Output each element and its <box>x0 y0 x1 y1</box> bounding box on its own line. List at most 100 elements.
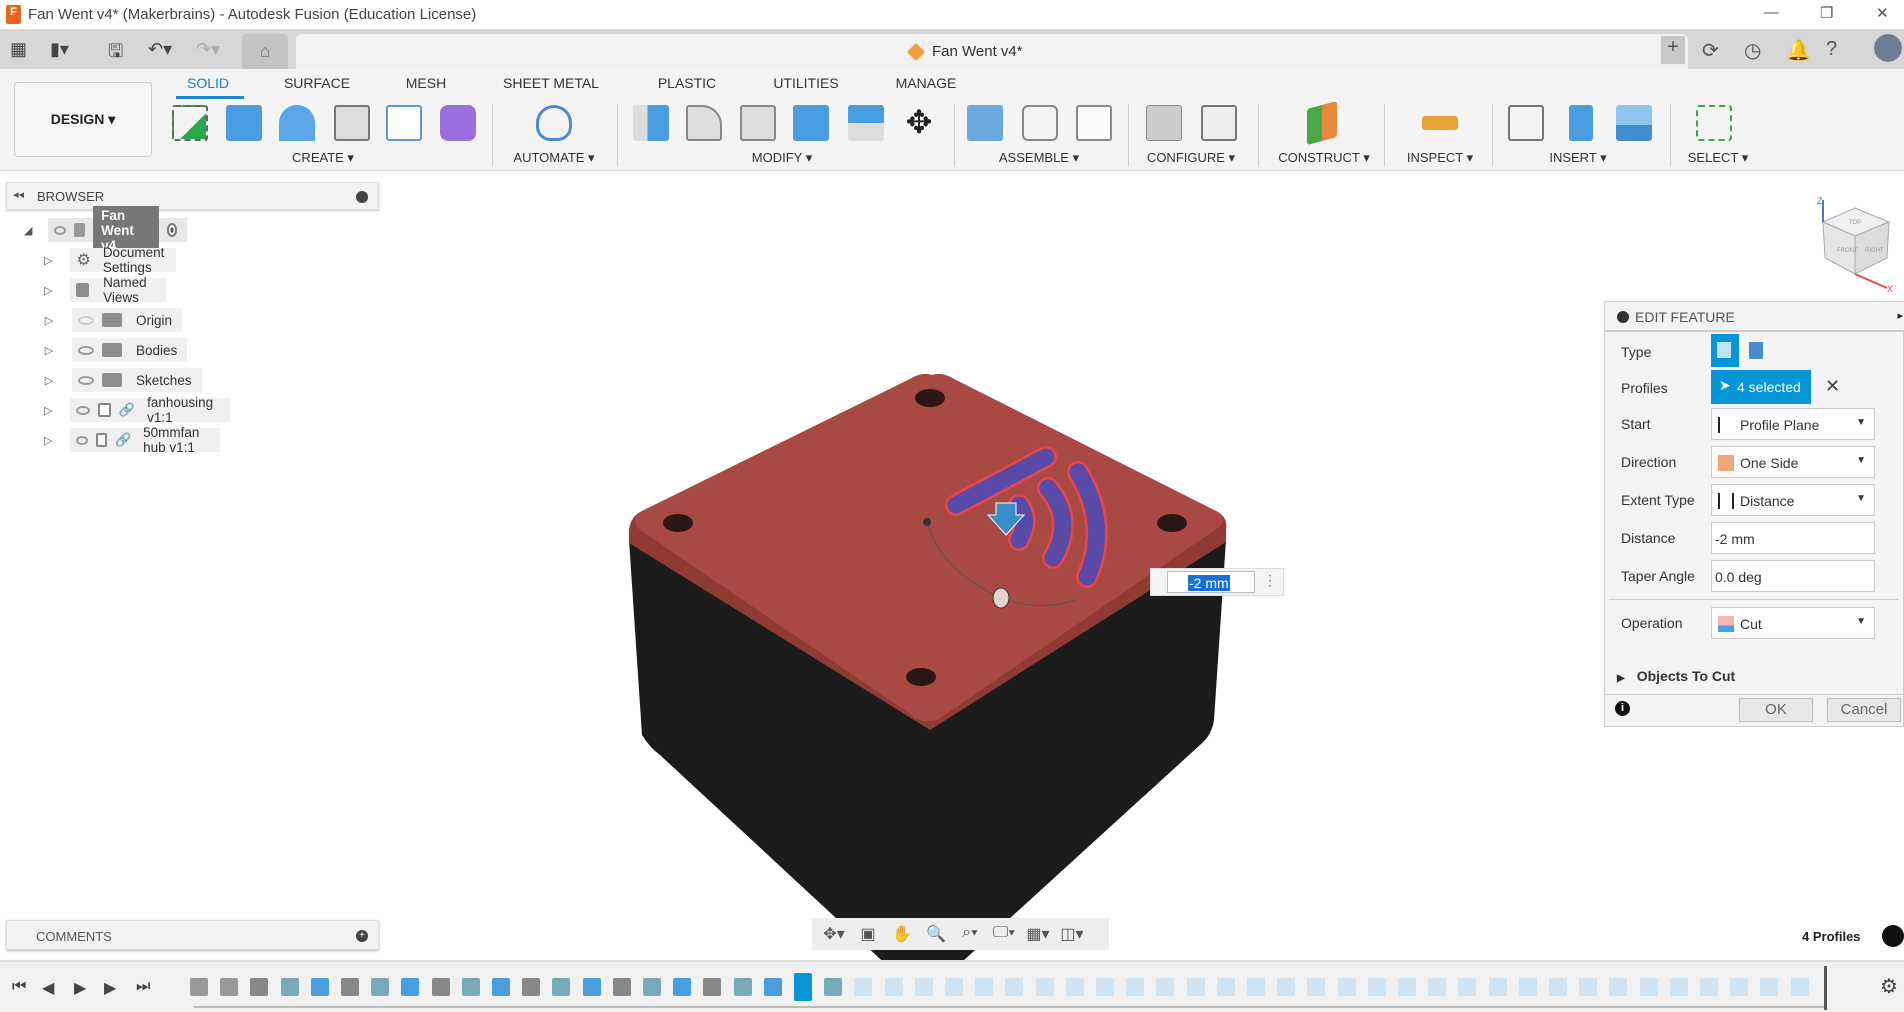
extent-type-dropdown[interactable]: Distance ▼ <box>1711 484 1875 516</box>
info-icon[interactable]: i <box>1615 701 1630 716</box>
select-menu[interactable]: SELECT ▾ <box>1688 150 1748 166</box>
tab-sheet-metal[interactable]: SHEET METAL <box>503 75 599 91</box>
revolve-icon[interactable] <box>279 105 315 141</box>
extrude-icon[interactable] <box>226 105 262 141</box>
timeline-feature-icon[interactable] <box>1398 978 1416 996</box>
timeline-feature-icon[interactable] <box>431 978 450 996</box>
timeline-feature-icon[interactable] <box>1790 978 1809 996</box>
file-menu-icon[interactable]: ▮▾ <box>50 39 69 60</box>
timeline-feature-icon[interactable] <box>341 978 359 996</box>
timeline-feature-icon[interactable] <box>1065 978 1084 996</box>
visibility-eye-icon[interactable] <box>54 225 66 235</box>
press-pull-icon[interactable] <box>633 105 669 141</box>
expand-triangle-icon[interactable]: ▷ <box>44 314 54 327</box>
dialog-header[interactable]: EDIT FEATURE ▸ <box>1605 302 1904 332</box>
display-settings-icon[interactable]: 🖵▾ <box>990 924 1018 944</box>
clear-selection-icon[interactable]: ✕ <box>1825 376 1840 397</box>
timeline-feature-icon[interactable] <box>1156 978 1175 996</box>
browser-item[interactable]: ▷ Named Views <box>44 275 166 305</box>
timeline-feature-icon[interactable] <box>582 978 601 996</box>
timeline-feature-icon[interactable] <box>371 978 390 996</box>
browser-minimize-icon[interactable] <box>356 191 368 203</box>
expand-dialog-icon[interactable]: ▸ <box>1897 309 1903 322</box>
timeline-feature-icon[interactable] <box>1307 978 1326 996</box>
browser-panel-header[interactable]: ◂◂ BROWSER <box>6 182 379 210</box>
measure-icon[interactable] <box>1422 116 1458 130</box>
expand-triangle-icon[interactable]: ▷ <box>44 254 52 267</box>
timeline-feature-icon[interactable] <box>914 978 933 996</box>
timeline-feature-icon[interactable] <box>401 978 420 996</box>
timeline-feature-icon[interactable] <box>703 978 722 996</box>
add-comment-icon[interactable]: + <box>356 930 368 942</box>
timeline-feature-icon[interactable] <box>461 978 480 996</box>
tab-solid[interactable]: SOLID <box>187 75 229 91</box>
timeline-marker[interactable] <box>1824 966 1827 1010</box>
orbit-icon[interactable]: ✥▾ <box>820 924 848 944</box>
tab-manage[interactable]: MANAGE <box>896 75 957 91</box>
shell-icon[interactable] <box>740 105 776 141</box>
zoom-icon[interactable]: 🔍 <box>922 924 950 944</box>
timeline-feature-icon[interactable] <box>733 978 752 996</box>
select-icon[interactable] <box>1696 105 1732 141</box>
timeline-feature-icon[interactable] <box>310 978 329 996</box>
workspace-switcher[interactable]: DESIGN ▾ <box>14 82 152 157</box>
distance-input[interactable]: -2 mm <box>1711 522 1875 554</box>
timeline-feature-icon[interactable] <box>1669 978 1688 996</box>
rotate-handle[interactable] <box>992 587 1010 609</box>
job-status-icon[interactable]: ◷ <box>1744 38 1761 63</box>
tab-plastic[interactable]: PLASTIC <box>658 75 716 91</box>
browser-item[interactable]: ▷ Sketches <box>44 367 202 393</box>
insert-derive-icon[interactable] <box>1508 105 1544 141</box>
move-icon[interactable]: ✥ <box>901 105 937 141</box>
timeline-feature-icon[interactable] <box>1126 978 1145 996</box>
timeline-feature-icon[interactable] <box>673 978 692 996</box>
timeline-feature-icon[interactable] <box>1247 978 1265 996</box>
timeline-feature-icon[interactable] <box>1096 978 1114 996</box>
bill-of-materials-icon[interactable] <box>1076 105 1112 141</box>
insert-canvas-icon[interactable] <box>1616 105 1652 141</box>
assemble-menu[interactable]: ASSEMBLE ▾ <box>999 150 1079 166</box>
timeline-feature-icon[interactable] <box>854 978 873 996</box>
collapse-dialog-icon[interactable] <box>1617 311 1629 323</box>
step-back-icon[interactable]: ◀ <box>42 978 54 998</box>
collapse-triangle-icon[interactable]: ◢ <box>24 224 32 237</box>
timeline-feature-icon[interactable] <box>612 978 631 996</box>
operation-dropdown[interactable]: Cut ▼ <box>1711 607 1875 639</box>
split-body-icon[interactable] <box>848 105 884 141</box>
joint-icon[interactable] <box>1022 105 1058 141</box>
visibility-eye-icon[interactable] <box>76 405 90 415</box>
more-options-icon[interactable]: ⋮ <box>1263 572 1277 589</box>
notifications-icon[interactable]: 🔔 <box>1786 38 1811 63</box>
configure-menu[interactable]: CONFIGURE ▾ <box>1147 150 1235 166</box>
timeline-feature-icon[interactable] <box>945 978 963 996</box>
taper-angle-input[interactable]: 0.0 deg <box>1711 560 1875 592</box>
timeline-feature-icon[interactable] <box>794 973 812 1001</box>
timeline-feature-icon[interactable] <box>1428 978 1447 996</box>
collapse-browser-icon[interactable]: ◂◂ <box>13 188 24 201</box>
cancel-button[interactable]: Cancel <box>1827 698 1901 722</box>
timeline-feature-icon[interactable] <box>220 978 239 996</box>
timeline-feature-icon[interactable] <box>250 978 269 996</box>
timeline-feature-icon[interactable] <box>190 978 208 996</box>
viewports-icon[interactable]: ◫▾ <box>1058 924 1086 944</box>
expand-triangle-icon[interactable]: ▷ <box>44 344 54 357</box>
visibility-eye-icon[interactable] <box>76 435 88 445</box>
timeline-feature-icon[interactable] <box>1005 978 1024 996</box>
pattern-icon[interactable] <box>386 105 422 141</box>
type-solid-button[interactable] <box>1711 334 1739 367</box>
timeline-feature-icon[interactable] <box>552 978 571 996</box>
create-form-icon[interactable] <box>440 105 476 141</box>
viewcube-front[interactable]: FRONT <box>1837 248 1858 254</box>
user-avatar[interactable] <box>1874 34 1902 62</box>
fillet-icon[interactable] <box>686 105 722 141</box>
timeline-feature-icon[interactable] <box>1639 978 1658 996</box>
document-tab[interactable]: Fan Went v4* ✕ <box>296 34 1688 69</box>
timeline-feature-icon[interactable] <box>1579 978 1598 996</box>
timeline-feature-icon[interactable] <box>824 978 843 996</box>
create-sketch-icon[interactable] <box>172 105 208 141</box>
browser-item[interactable]: ▷ Bodies <box>44 337 188 363</box>
automate-menu[interactable]: AUTOMATE ▾ <box>513 150 594 166</box>
hidden-eye-icon[interactable] <box>78 315 94 325</box>
minimize-button[interactable]: — <box>1764 4 1779 21</box>
modify-menu[interactable]: MODIFY ▾ <box>752 150 812 166</box>
